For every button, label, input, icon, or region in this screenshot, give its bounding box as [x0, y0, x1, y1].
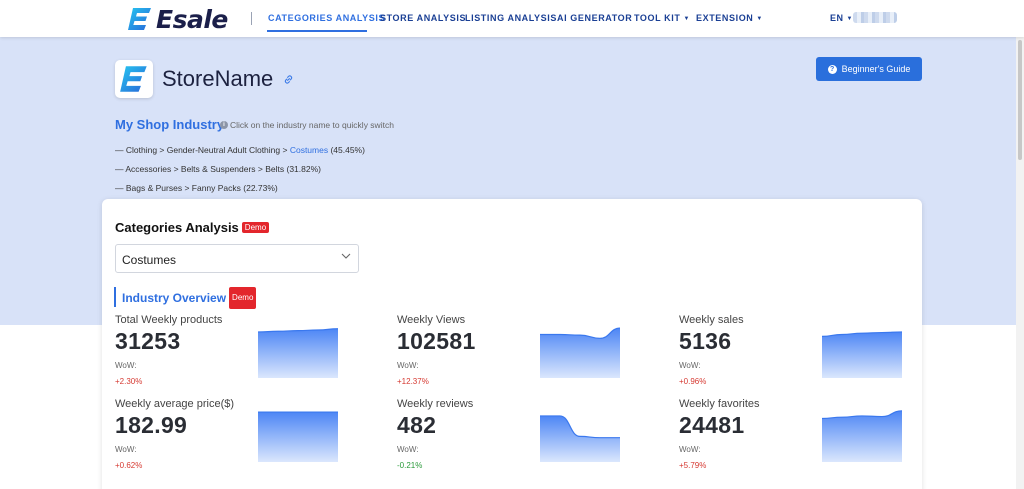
metric-sparkline	[540, 327, 620, 378]
industry-link-costumes[interactable]: Costumes	[290, 145, 328, 155]
sparkline-area	[258, 412, 338, 462]
metric-value: 5136	[679, 328, 732, 354]
metric-value: 102581	[397, 328, 476, 354]
metric-wow-label: WoW:	[115, 361, 137, 370]
beginners-guide-label: Beginner's Guide	[841, 64, 911, 74]
metric-change: +12.37%	[397, 377, 429, 386]
top-navigation: Esale CATEGORIES ANALYSIS STORE ANALYSIS…	[0, 0, 1024, 37]
metric-change: +2.30%	[115, 377, 143, 386]
metric-value: 482	[397, 412, 437, 438]
metric-label: Weekly sales	[679, 314, 744, 326]
metric-tile: Weekly favorites 24481 WoW: +5.79%	[679, 398, 919, 478]
industry-path: — Clothing > Gender-Neutral Adult Clothi…	[115, 145, 290, 155]
metric-sparkline	[822, 331, 902, 378]
scrollbar-thumb[interactable]	[1018, 40, 1022, 160]
metric-label: Weekly Views	[397, 314, 466, 326]
nav-divider	[251, 12, 252, 25]
metric-wow-label: WoW:	[115, 445, 137, 454]
store-avatar	[115, 60, 153, 98]
nav-active-indicator	[267, 30, 367, 32]
metric-tile: Weekly reviews 482 WoW: -0.21%	[397, 398, 637, 478]
industry-line[interactable]: — Bags & Purses > Fanny Packs (22.73%)	[115, 183, 278, 193]
demo-badge: Demo	[241, 222, 270, 233]
language-selector[interactable]: EN ▼	[830, 13, 853, 23]
metric-wow-label: WoW:	[397, 361, 419, 370]
card-title: Categories Analysis Demo	[115, 220, 270, 235]
demo-badge: Demo	[229, 287, 257, 309]
esale-logo-icon	[128, 8, 151, 30]
categories-analysis-card: Categories Analysis Demo Costumes Industr…	[102, 199, 922, 489]
nav-extension-label: EXTENSION	[696, 13, 754, 23]
metric-sparkline	[258, 328, 338, 378]
industry-line: — Clothing > Gender-Neutral Adult Clothi…	[115, 145, 365, 155]
store-name: StoreName	[162, 66, 274, 91]
metric-tile: Total Weekly products 31253 WoW: +2.30%	[115, 314, 355, 394]
metric-label: Weekly reviews	[397, 398, 474, 410]
industry-hint-text: Click on the industry name to quickly sw…	[230, 120, 394, 130]
metric-wow-label: WoW:	[679, 445, 701, 454]
metric-wow-label: WoW:	[397, 445, 419, 454]
metric-value: 31253	[115, 328, 181, 354]
metric-change: -0.21%	[397, 461, 423, 470]
nav-store-analysis[interactable]: STORE ANALYSIS	[380, 13, 466, 23]
nav-listing-analysis[interactable]: LISTING ANALYSIS	[465, 13, 557, 23]
sparkline-area	[540, 415, 620, 462]
beginners-guide-button[interactable]: ? Beginner's Guide	[816, 57, 922, 81]
metric-sparkline	[540, 415, 620, 462]
nav-tool-kit[interactable]: TOOL KIT ▼	[634, 13, 690, 23]
sparkline-area	[258, 328, 338, 378]
metric-label: Weekly average price($)	[115, 398, 235, 410]
language-label: EN	[830, 13, 844, 23]
industry-overview-heading: Industry Overview Demo	[114, 287, 257, 309]
metric-change: +0.96%	[679, 377, 707, 386]
metric-tile: Weekly average price($) 182.99 WoW: +0.62%	[115, 398, 355, 478]
metric-tile: Weekly Views 102581 WoW: +12.37%	[397, 314, 637, 394]
nav-tool-kit-label: TOOL KIT	[634, 13, 681, 23]
caret-down-icon: ▼	[756, 16, 763, 22]
caret-down-icon: ▼	[846, 16, 853, 22]
industry-path: — Bags & Purses > Fanny Packs (22.73%)	[115, 183, 278, 193]
metric-sparkline	[822, 410, 902, 462]
nav-ai-generator[interactable]: AI GENERATOR	[557, 13, 632, 23]
industry-hint: i Click on the industry name to quickly …	[220, 120, 394, 130]
info-icon: i	[220, 121, 228, 129]
metric-label: Weekly favorites	[679, 398, 760, 410]
metric-wow-label: WoW:	[679, 361, 701, 370]
metric-value: 182.99	[115, 412, 188, 438]
metric-sparkline	[258, 411, 338, 462]
metric-change: +0.62%	[115, 461, 143, 470]
card-title-text: Categories Analysis	[115, 220, 239, 235]
caret-down-icon: ▼	[683, 16, 691, 22]
industry-line[interactable]: — Accessories > Belts & Suspenders > Bel…	[115, 164, 321, 174]
sparkline-area	[822, 410, 902, 462]
category-select-value: Costumes	[122, 253, 177, 267]
industry-path: — Accessories > Belts & Suspenders > Bel…	[115, 164, 321, 174]
metric-change: +5.79%	[679, 461, 707, 470]
industry-overview-title: Industry Overview	[122, 291, 227, 305]
link-icon[interactable]	[283, 74, 294, 88]
industry-title: My Shop Industry	[115, 117, 225, 132]
metric-value: 24481	[679, 412, 745, 438]
brand-name: Esale	[156, 4, 228, 34]
store-logo-icon	[120, 66, 147, 92]
nav-categories-analysis[interactable]: CATEGORIES ANALYSIS	[268, 13, 385, 23]
metric-label: Total Weekly products	[115, 314, 223, 326]
brand-logo[interactable]: Esale	[127, 4, 228, 34]
user-account-blurred[interactable]	[853, 12, 897, 23]
metric-tile: Weekly sales 5136 WoW: +0.96%	[679, 314, 919, 394]
sparkline-area	[822, 331, 902, 378]
question-icon: ?	[827, 64, 837, 74]
nav-extension[interactable]: EXTENSION ▼	[696, 13, 763, 23]
chevron-down-icon	[341, 253, 351, 259]
industry-share: (45.45%)	[328, 145, 365, 155]
category-select[interactable]: Costumes	[115, 244, 359, 273]
